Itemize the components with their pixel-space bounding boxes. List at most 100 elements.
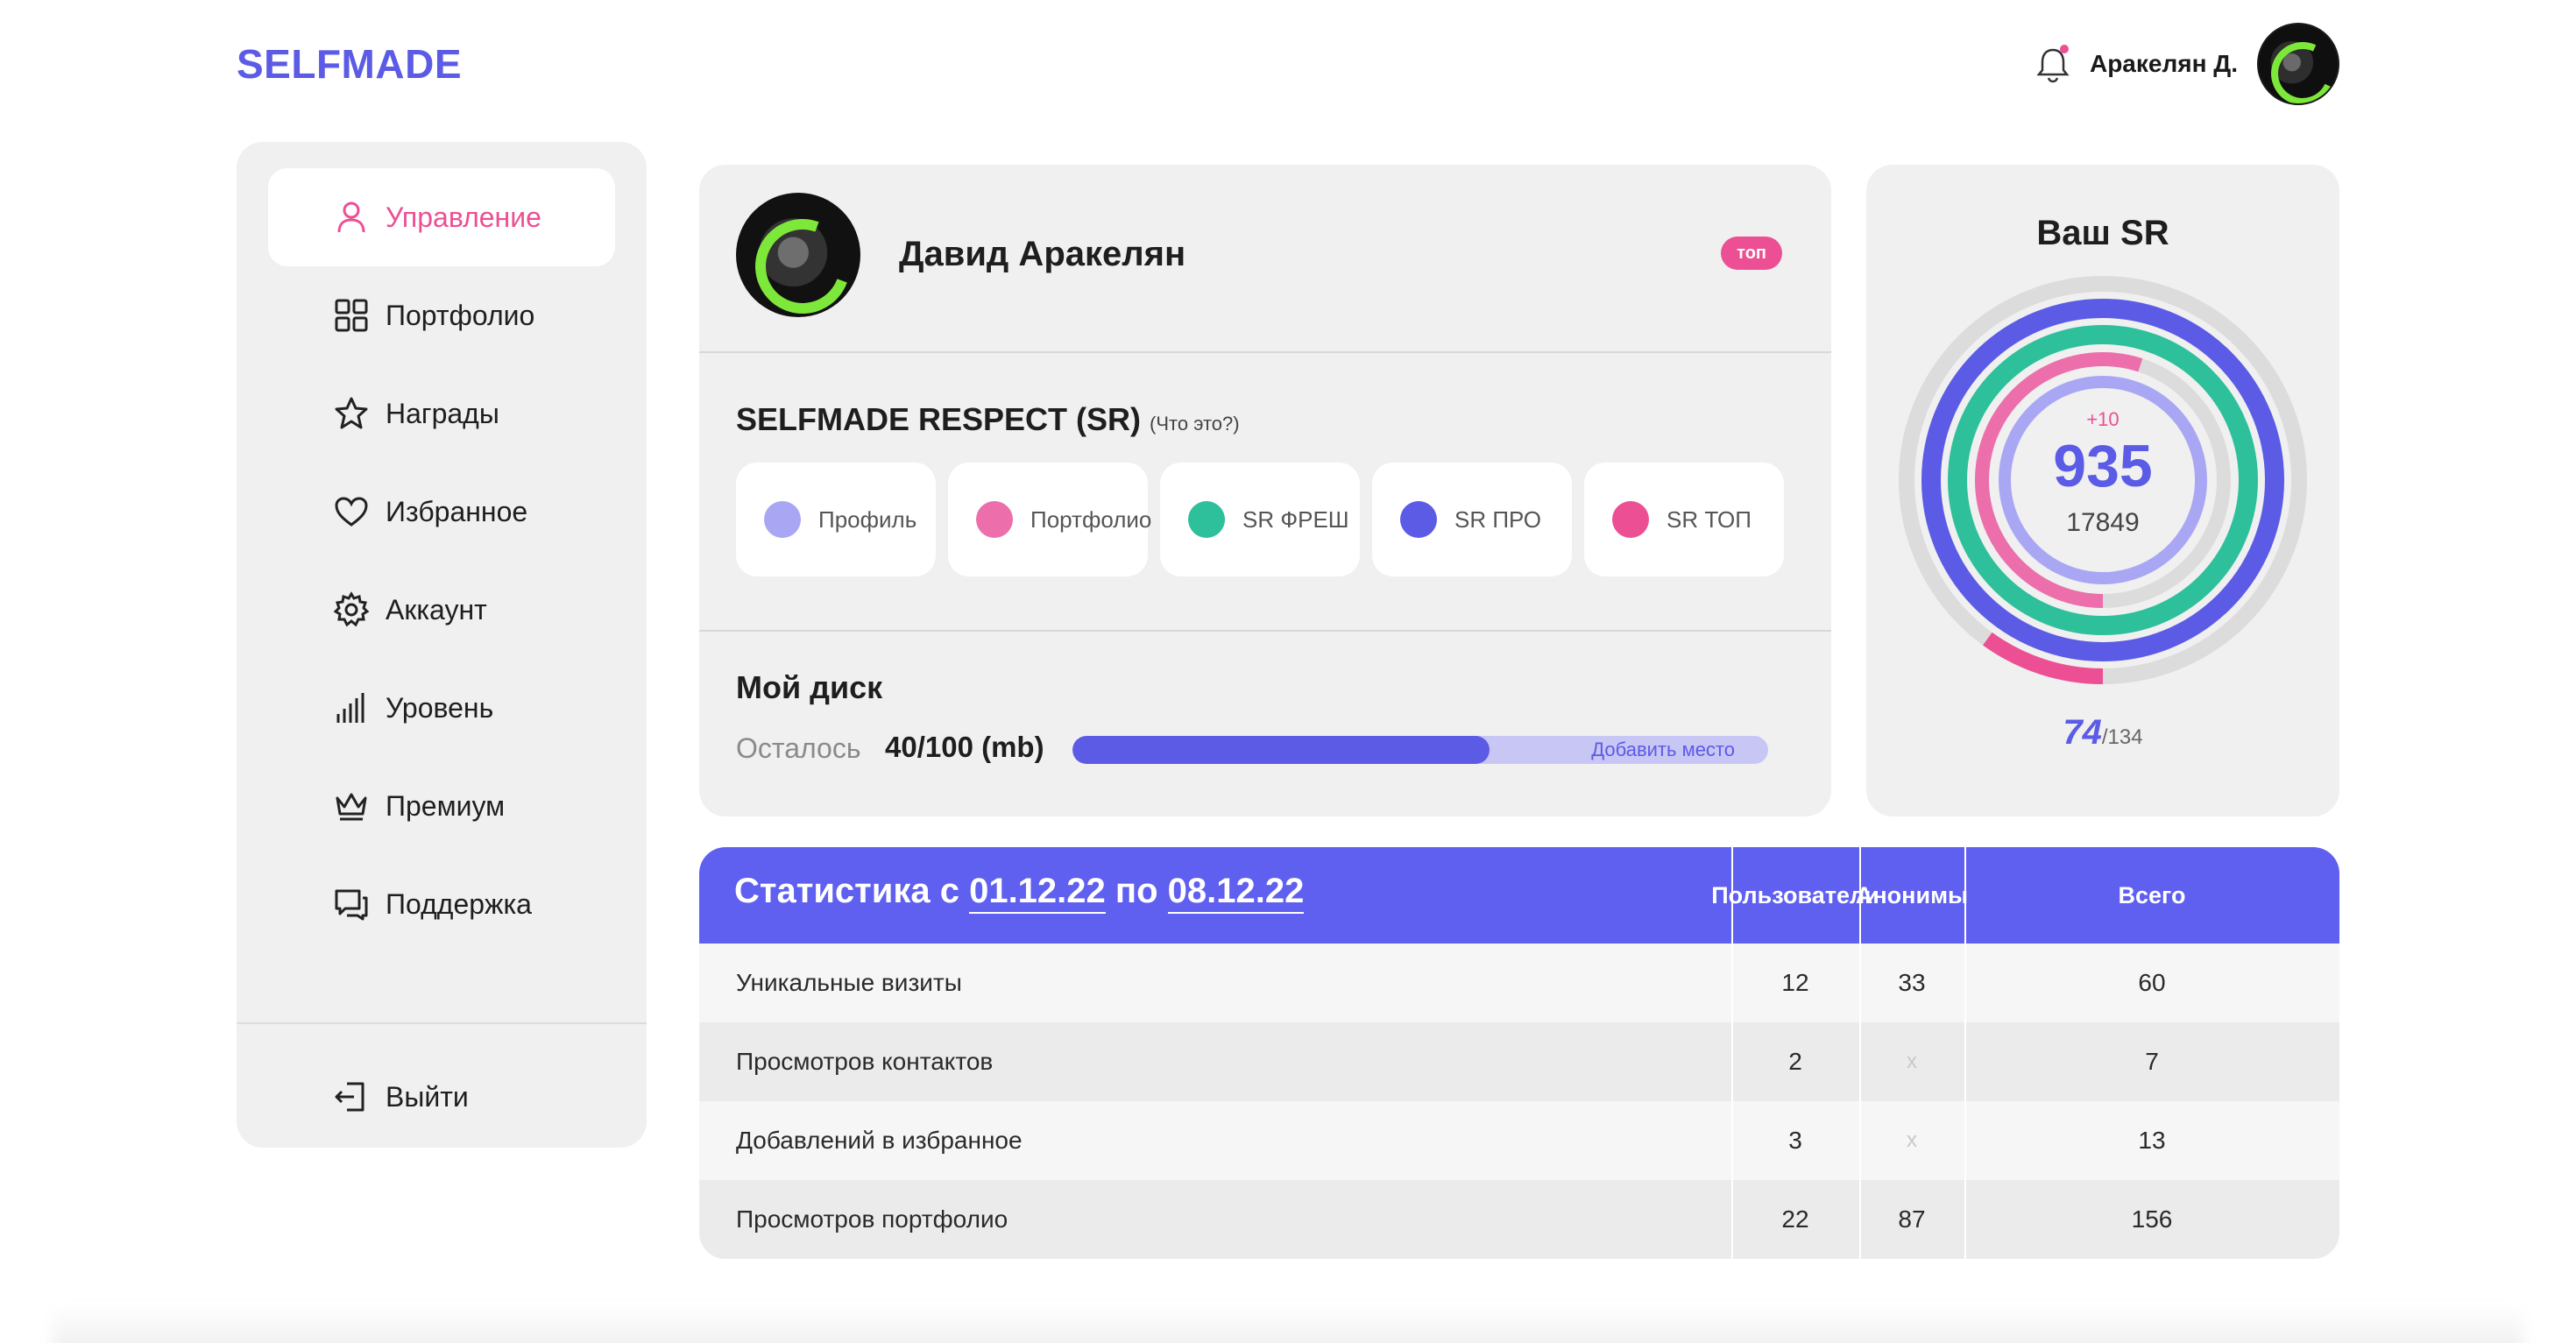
sidebar: Управление Портфолио Награды Избранное А… [237,142,647,1148]
star-icon [335,397,368,429]
row-label: Уникальные визиты [736,969,962,996]
gear-icon [333,591,370,627]
sr-info-link[interactable]: (Что это?) [1150,413,1240,435]
stats-title: Статистика с 01.12.22 по 08.12.22 [734,872,1305,914]
legend-dot [764,501,801,538]
col-header-total: Всего [2118,881,2186,908]
logout-label: Выйти [386,1080,469,1113]
table-cell: 12 [1781,969,1809,996]
sidebar-item-label: Портфолио [386,299,535,331]
col-header-users: Пользователи [1711,881,1879,908]
sidebar-item-account[interactable]: Аккаунт [268,561,615,659]
column-divider [1964,847,1966,1259]
bottom-shadow [53,1305,2523,1343]
row-label: Просмотров контактов [736,1048,994,1075]
divider [699,351,1831,353]
table-row: Добавлений в избранное 3 x 13 [699,1101,2339,1180]
divider [699,630,1831,632]
legend-dot [1400,501,1437,538]
table-cell: 60 [2138,969,2166,996]
logout-icon [335,1082,364,1112]
level-total: /134 [2101,725,2143,749]
chip-label: Портфолио [1030,505,1152,533]
user-icon [337,201,365,233]
crown-icon [336,793,367,821]
table-row: Уникальные визиты 12 33 60 [699,944,2339,1022]
level-current: 74 [2063,713,2102,752]
sidebar-item-portfolio[interactable]: Портфолио [268,266,615,364]
chip-label: SR ТОП [1667,505,1752,533]
legend-dot [1188,501,1225,538]
sidebar-item-management[interactable]: Управление [268,168,615,266]
table-cell: 2 [1788,1048,1802,1075]
disk-progress-fill [1072,736,1490,764]
sr-total: 17849 [2066,508,2140,537]
add-space-link[interactable]: Добавить место [1591,736,1735,764]
table-cell: 3 [1788,1127,1802,1154]
table-cell: 7 [2145,1048,2159,1075]
sidebar-item-premium[interactable]: Премиум [268,757,615,855]
row-label: Просмотров портфолио [736,1205,1008,1233]
legend-dot [976,501,1013,538]
profile-card: Давид Аракелян топ SELFMADE RESPECT (SR)… [699,165,1831,816]
sr-delta: +10 [2086,408,2120,430]
sidebar-item-level[interactable]: Уровень [268,659,615,757]
date-from-picker[interactable]: 01.12.22 [969,872,1106,914]
sr-chip-top[interactable]: SR ТОП [1584,463,1784,576]
chat-icon [335,889,368,921]
sidebar-item-favorites[interactable]: Избранное [268,463,615,561]
profile-avatar[interactable] [736,193,860,317]
sidebar-item-label: Уровень [386,691,494,724]
profile-name: Давид Аракелян [899,235,1186,273]
disk-usage-value: 40/100 (mb) [885,731,1044,763]
sidebar-item-label: Награды [386,397,499,429]
sr-chip-profile[interactable]: Профиль [736,463,936,576]
grid-icon [335,299,368,332]
col-header-anonymous: Анонимы [1855,881,1969,908]
row-label: Добавлений в избранное [736,1127,1023,1154]
stats-title-prefix: Статистика с [734,872,959,910]
disk-title: Мой диск [736,669,883,705]
legend-dot [1612,501,1649,538]
chip-label: SR ПРО [1454,505,1542,533]
column-divider [1731,847,1733,1259]
table-row: Просмотров контактов 2 x 7 [699,1022,2339,1101]
column-divider [1859,847,1861,1259]
sidebar-item-label: Премиум [386,789,506,822]
sr-chip-pro[interactable]: SR ПРО [1372,463,1572,576]
sidebar-item-support[interactable]: Поддержка [268,855,615,953]
user-area: Аракелян Д. [2035,23,2339,105]
heart-icon [335,497,368,527]
disk-left-label: Осталось [736,732,861,764]
logout-button[interactable]: Выйти [268,1048,615,1146]
user-name[interactable]: Аракелян Д. [2090,50,2238,78]
date-to-picker[interactable]: 08.12.22 [1167,872,1305,914]
bell-icon[interactable] [2035,45,2070,83]
logo[interactable]: SELFMADE [237,40,462,88]
table-cell: x [1907,1128,1917,1152]
table-cell: x [1907,1050,1917,1073]
sr-title-text: SELFMADE RESPECT (SR) [736,401,1142,437]
table-cell: 22 [1781,1205,1809,1233]
sidebar-item-label: Поддержка [386,887,532,920]
sr-level: 74/134 [1866,713,2339,753]
sidebar-item-label: Управление [386,201,541,233]
table-cell: 156 [2131,1205,2173,1233]
table-cell: 33 [1898,969,1926,996]
sidebar-item-awards[interactable]: Награды [268,364,615,463]
stats-title-mid: по [1115,872,1158,910]
stats-header: Статистика с 01.12.22 по 08.12.22 Пользо… [699,847,2339,944]
notification-dot [2059,45,2069,53]
chip-label: Профиль [818,505,917,533]
sidebar-item-label: Аккаунт [386,593,487,626]
sr-card-title: Ваш SR [2036,214,2169,252]
sr-chip-fresh[interactable]: SR ФРЕШ [1160,463,1360,576]
disk-progress-bar: Добавить место [1072,736,1768,764]
sr-chip-portfolio[interactable]: Портфолио [948,463,1152,576]
avatar[interactable] [2257,23,2339,105]
sidebar-item-label: Избранное [386,495,528,527]
sr-section-title: SELFMADE RESPECT (SR) (Что это?) [736,401,1240,438]
table-row: Просмотров портфолио 22 87 156 [699,1180,2339,1259]
bars-icon [336,693,364,723]
status-badge: топ [1721,237,1782,270]
